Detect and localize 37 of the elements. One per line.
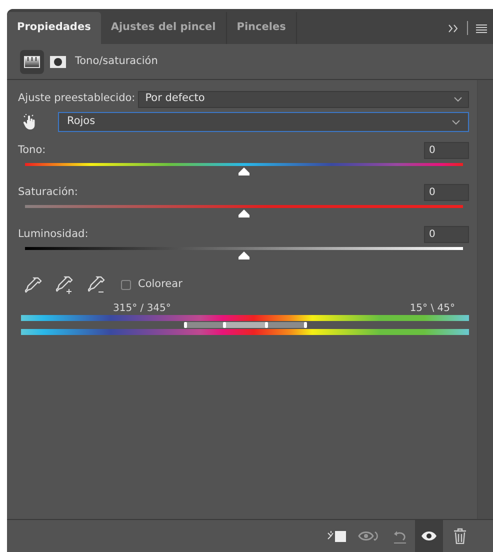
value-field[interactable]: 0 xyxy=(424,226,469,243)
eyedropper-plus-icon[interactable] xyxy=(56,276,75,294)
panel-tab[interactable]: Pinceles xyxy=(226,12,297,44)
expand-icon[interactable] xyxy=(448,24,459,32)
view-previous-icon[interactable] xyxy=(358,529,380,543)
value-field[interactable]: 0 xyxy=(424,184,469,201)
hand-icon[interactable] xyxy=(23,114,37,130)
panel-title: Tono/saturación xyxy=(75,54,158,69)
eyedropper-minus-icon[interactable] xyxy=(88,276,107,294)
selected-range-bar xyxy=(224,322,266,328)
clip-to-layer-icon[interactable] xyxy=(327,529,347,543)
preset-label: Ajuste preestablecido: xyxy=(18,91,136,106)
slider-label: Luminosidad: xyxy=(18,226,88,242)
panel-tab[interactable]: Propiedades xyxy=(7,12,101,44)
range-handle[interactable] xyxy=(264,322,268,328)
eyedropper-icon[interactable] xyxy=(25,276,42,294)
mask-icon[interactable] xyxy=(50,56,66,68)
value-field[interactable]: 0 xyxy=(424,142,469,159)
menu-icon[interactable] xyxy=(476,24,487,32)
slider-label: Tono: xyxy=(18,142,46,158)
preset-dropdown[interactable]: Por defecto xyxy=(138,90,469,108)
slider-label: Saturación: xyxy=(18,184,78,200)
range-handle[interactable] xyxy=(184,322,187,328)
range-start-label: 315° / 345° xyxy=(113,302,171,314)
range-end-label: 15° \ 45° xyxy=(410,302,455,314)
chevron-down-icon xyxy=(452,120,460,124)
range-handle[interactable] xyxy=(304,322,307,328)
range-handle[interactable] xyxy=(223,322,226,328)
adjustment-icon[interactable] xyxy=(20,50,44,74)
visibility-button[interactable] xyxy=(415,520,443,552)
trash-icon[interactable] xyxy=(453,528,467,544)
chevron-down-icon xyxy=(454,96,462,102)
panel-tab[interactable]: Ajustes del pincel xyxy=(100,12,227,44)
range-dropdown[interactable]: Rojos xyxy=(58,112,469,132)
colorize-checkbox[interactable] xyxy=(121,280,131,290)
colorize-label: Colorear xyxy=(138,277,182,292)
eye-icon xyxy=(421,531,437,541)
